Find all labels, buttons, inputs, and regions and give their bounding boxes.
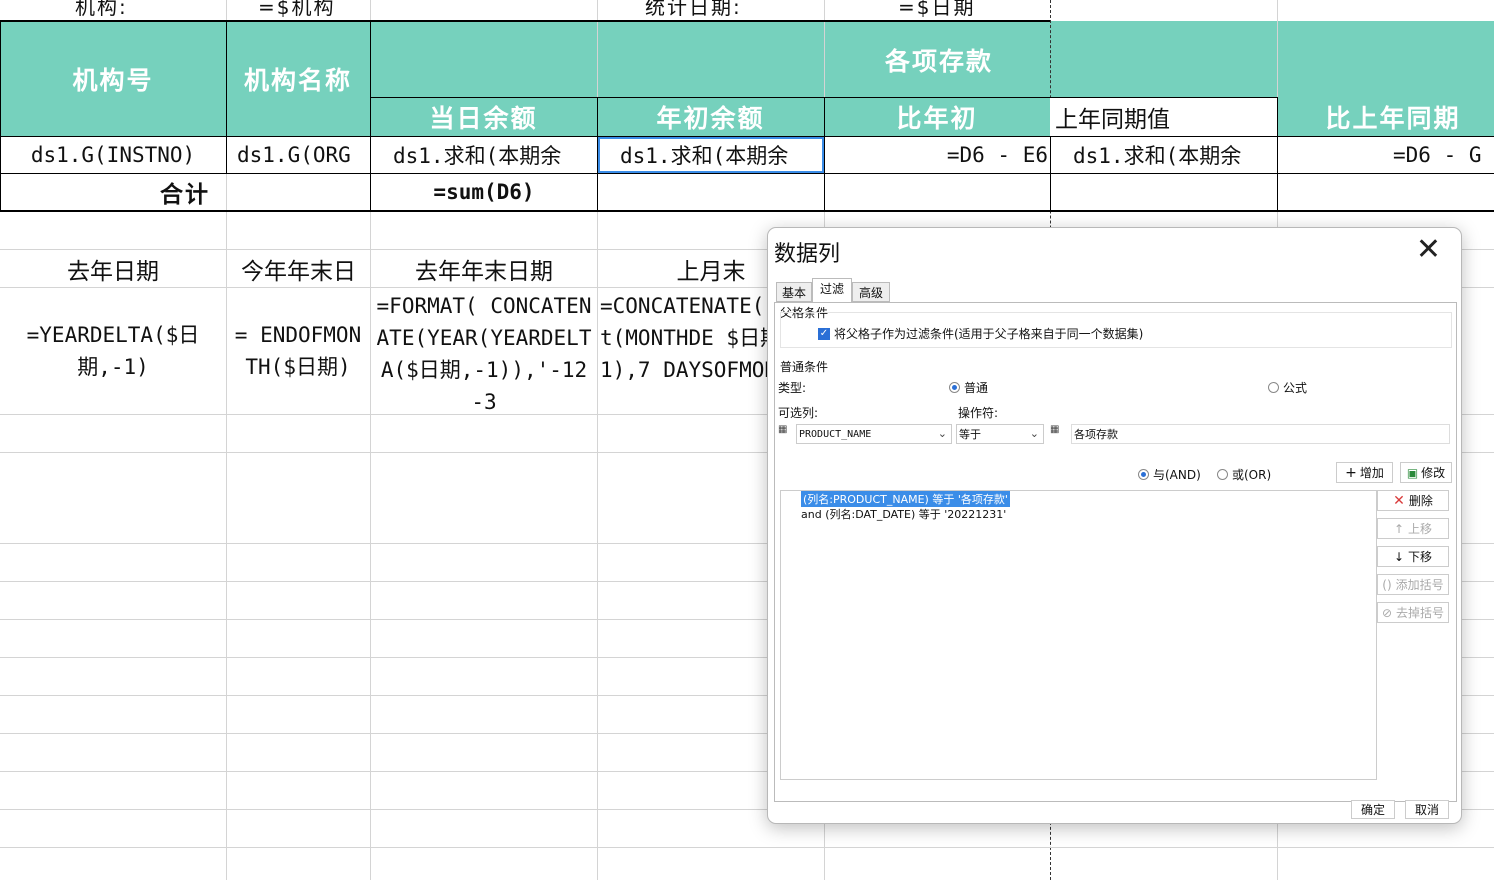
value-input[interactable]: 各项存款 [1071,424,1450,444]
radio-selected-icon[interactable] [1138,469,1149,480]
org-value[interactable]: =$机构 [258,0,335,18]
header-last-year-same[interactable]: 上年同期值 [1050,98,1277,136]
cell-vs-last-year-formula[interactable]: =D6 - G [1278,137,1494,173]
remove-bracket-icon: ⊘ [1381,605,1393,620]
chevron-down-icon[interactable]: ⌄ [938,427,947,440]
column-select[interactable]: PRODUCT_NAME ⌄ [796,424,952,444]
parent-checkbox-label: 将父格子作为过滤条件(适用于父子格来自于同一个数据集) [834,327,1144,341]
cell-inst-no-formula[interactable]: ds1.G(INSTNO) [0,137,226,173]
parent-checkbox-row[interactable]: ✓ 将父格子作为过滤条件(适用于父子格来自于同一个数据集) [818,325,1143,342]
and-label: 与(AND) [1153,468,1201,482]
or-label: 或(OR) [1232,468,1272,482]
remove-bracket-label: 去掉括号 [1396,606,1445,620]
value-type-icon[interactable]: ▦ [1050,424,1059,435]
delete-button-label: 删除 [1408,494,1433,508]
tab-filter[interactable]: 过滤 [812,278,852,302]
cell-today-balance-formula[interactable]: ds1.求和(本期余 [371,137,597,173]
modify-button-label: 修改 [1421,466,1446,480]
radio-selected-icon[interactable] [949,382,960,393]
modify-button[interactable]: ▣ 修改 [1400,462,1452,483]
move-down-button[interactable]: ↓ 下移 [1377,546,1449,567]
column-select-value: PRODUCT_NAME [799,428,872,440]
header-inst-no[interactable]: 机构号 [0,22,226,136]
remove-bracket-button[interactable]: ⊘ 去掉括号 [1377,602,1449,623]
column-label: 可选列: [778,406,819,420]
param-year-end[interactable]: 今年年末日 [227,250,370,287]
tab-advanced[interactable]: 高级 [852,282,890,302]
operator-label: 操作符: [958,406,999,420]
arrow-down-icon: ↓ [1393,549,1405,564]
checkbox-checked-icon[interactable]: ✓ [818,327,830,340]
or-radio[interactable]: 或(OR) [1217,466,1271,483]
param-last-year-date[interactable]: 去年日期 [0,250,226,287]
normal-section-label: 普通条件 [780,360,829,374]
header-today-balance[interactable]: 当日余额 [370,98,597,136]
operator-select[interactable]: 等于 ⌄ [956,424,1044,444]
move-down-label: 下移 [1408,550,1433,564]
date-label: 统计日期: [645,0,742,18]
bracket-icon: () [1382,577,1392,592]
close-icon[interactable]: ✕ [1416,234,1441,266]
param-formula-endofmonth[interactable]: = ENDOFMONTH($日期) [232,288,364,414]
move-up-button[interactable]: ↑ 上移 [1377,518,1449,539]
radio-empty-icon[interactable] [1268,382,1279,393]
dialog-title: 数据列 [774,242,841,267]
and-radio[interactable]: 与(AND) [1138,466,1201,483]
cell-inst-name-formula[interactable]: ds1.G(ORG [227,137,370,173]
condition-item-selected[interactable]: (列名:PRODUCT_NAME) 等于 '各项存款' [801,491,1010,507]
column-type-icon: ▦ [778,424,788,435]
add-button[interactable]: + 增加 [1336,462,1393,483]
tab-basic[interactable]: 基本 [776,282,812,302]
add-button-label: 增加 [1359,466,1384,480]
delete-button[interactable]: ✕ 删除 [1377,490,1449,511]
type-label: 类型: [778,381,807,395]
header-inst-name[interactable]: 机构名称 [226,22,370,136]
type-formula-radio[interactable]: 公式 [1268,379,1307,396]
total-label[interactable]: 合计 [0,174,370,210]
cell-year-start-formula-selected[interactable]: ds1.求和(本期余 [598,137,824,173]
date-value[interactable]: =$日期 [898,0,975,18]
condition-item[interactable]: and (列名:DAT_DATE) 等于 '20221231' [801,506,1006,522]
move-up-label: 上移 [1408,522,1433,536]
cell-last-year-formula[interactable]: ds1.求和(本期余 [1051,137,1277,173]
add-bracket-button[interactable]: () 添加括号 [1377,574,1449,595]
ok-button[interactable]: 确定 [1351,800,1395,819]
header-vs-last-year[interactable]: 比上年同期 [1277,98,1494,136]
radio-empty-icon[interactable] [1217,469,1228,480]
add-bracket-label: 添加括号 [1395,578,1444,592]
org-label: 机构: [75,0,128,18]
edit-icon: ▣ [1406,465,1419,480]
total-sum-formula[interactable]: =sum(D6) [371,174,597,210]
param-last-year-end[interactable]: 去年年末日期 [371,250,597,287]
cancel-button[interactable]: 取消 [1405,800,1449,819]
value-input-text: 各项存款 [1074,428,1118,441]
param-formula-format[interactable]: =FORMAT( CONCATENATE(YEAR(YEARDELTA($日期,… [376,288,592,414]
data-column-dialog[interactable]: 数据列 ✕ 基本 过滤 高级 父格条件 ✓ 将父格子作为过滤条件(适用于父子格来… [767,227,1462,824]
plus-icon: + [1345,464,1357,481]
header-year-start-balance[interactable]: 年初余额 [597,98,824,136]
header-vs-year-start[interactable]: 比年初 [824,98,1050,136]
type-normal-radio[interactable]: 普通 [949,379,988,396]
delete-x-icon: ✕ [1393,492,1405,509]
chevron-down-icon[interactable]: ⌄ [1030,427,1039,440]
arrow-up-icon: ↑ [1393,521,1405,536]
operator-select-value: 等于 [959,428,981,441]
type-formula-label: 公式 [1283,381,1308,395]
cell-vs-year-start-formula[interactable]: =D6 - E6 [825,137,1050,173]
param-formula-yeardelta[interactable]: =YEARDELTA($日期,-1) [8,288,218,414]
type-normal-label: 普通 [964,381,989,395]
condition-list[interactable]: (列名:PRODUCT_NAME) 等于 '各项存款' and (列名:DAT_… [780,490,1377,780]
header-deposits[interactable]: 各项存款 [370,22,1494,98]
